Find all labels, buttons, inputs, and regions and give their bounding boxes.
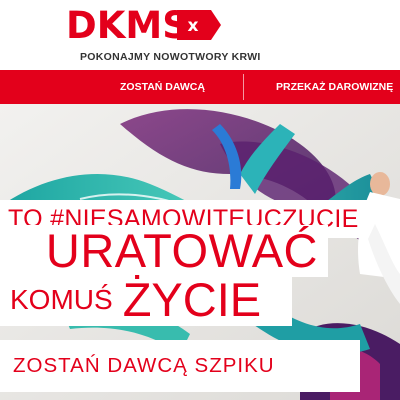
- headline-line-2: KOMUŚ ŻYCIE: [0, 274, 292, 326]
- cta-label: ZOSTAŃ DAWCĄ SZPIKU: [13, 354, 275, 377]
- become-marrow-donor-button[interactable]: ZOSTAŃ DAWCĄ SZPIKU: [0, 340, 360, 392]
- logo-badge-glyph: x: [188, 16, 199, 36]
- hero-banner: TO #NIESAMOWITEUCZUCIE URATOWAĆ KOMUŚ ŻY…: [0, 104, 400, 400]
- headline-text-2-big: ŻYCIE: [122, 273, 262, 326]
- headline-line-1: URATOWAĆ: [0, 225, 328, 277]
- nav-item-donate[interactable]: PRZEKAŻ DAROWIZNĘ: [276, 70, 393, 104]
- logo-badge-icon: x: [177, 10, 221, 40]
- nav-divider: [243, 74, 244, 100]
- logo-wordmark: DKMS: [66, 4, 189, 47]
- headline-text-2-small: KOMUŚ: [10, 284, 113, 315]
- main-nav: ZOSTAŃ DAWCĄ PRZEKAŻ DAROWIZNĘ: [0, 70, 400, 104]
- site-header: DKMS x POKONAJMY NOWOTWORY KRWI: [0, 0, 400, 70]
- dkms-logo[interactable]: DKMS x POKONAJMY NOWOTWORY KRWI: [60, 4, 260, 64]
- headline-text-1: URATOWAĆ: [45, 224, 318, 277]
- nav-item-become-donor[interactable]: ZOSTAŃ DAWCĄ: [120, 70, 205, 104]
- logo-tagline: POKONAJMY NOWOTWORY KRWI: [80, 51, 261, 63]
